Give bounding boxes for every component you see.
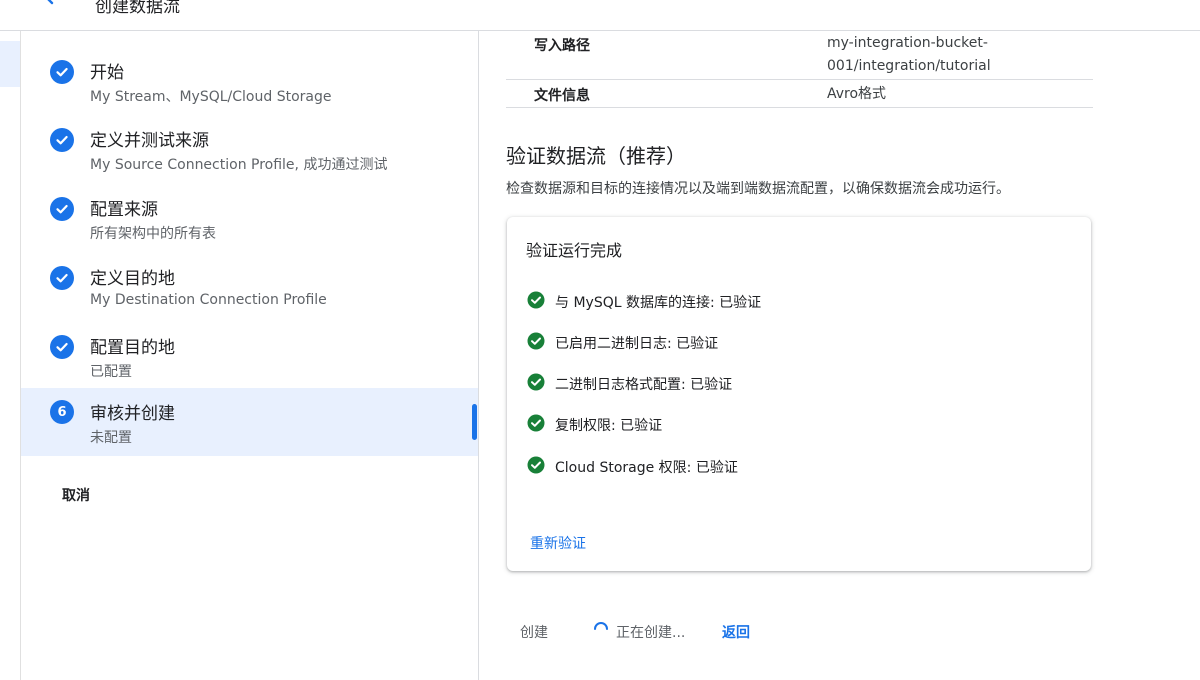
step-complete-check-icon <box>50 60 74 84</box>
step-subtitle: My Destination Connection Profile <box>90 292 327 308</box>
row-label: 写入路径 <box>534 38 590 54</box>
creating-status: 正在创建... <box>616 625 686 641</box>
check-item-text: 二进制日志格式配置: 已验证 <box>555 377 733 393</box>
check-item-text: 复制权限: 已验证 <box>555 418 663 434</box>
create-button[interactable]: 创建 <box>520 622 548 642</box>
list-item: Cloud Storage 权限: 已验证 <box>527 456 1067 476</box>
step-configure-destination[interactable]: 配置目的地 已配置 <box>21 310 478 380</box>
step-subtitle: My Source Connection Profile, 成功通过测试 <box>90 157 388 173</box>
loading-spinner-icon <box>594 622 608 630</box>
left-nav-rail <box>0 31 21 680</box>
card-title: 验证运行完成 <box>526 241 623 260</box>
back-arrow-icon[interactable] <box>38 0 68 14</box>
check-circle-icon <box>527 414 545 432</box>
step-define-destination[interactable]: 定义目的地 My Destination Connection Profile <box>21 241 478 309</box>
validation-description: 检查数据源和目标的连接情况以及端到端数据流配置，以确保数据流会成功运行。 <box>506 181 1010 197</box>
step-title: 配置来源 <box>90 200 158 220</box>
step-subtitle: 所有架构中的所有表 <box>90 226 216 242</box>
step-complete-check-icon <box>50 266 74 290</box>
check-circle-icon <box>527 456 545 474</box>
scrollbar-thumb[interactable] <box>472 404 477 440</box>
step-title: 定义目的地 <box>90 269 175 289</box>
step-title: 定义并测试来源 <box>90 131 209 151</box>
page-header: 创建数据流 <box>0 0 1200 31</box>
step-complete-check-icon <box>50 335 74 359</box>
check-circle-icon <box>527 373 545 391</box>
cancel-button[interactable]: 取消 <box>62 485 90 505</box>
validation-section-title: 验证数据流（推荐） <box>506 144 686 168</box>
step-complete-check-icon <box>50 128 74 152</box>
list-item: 二进制日志格式配置: 已验证 <box>527 373 1067 393</box>
step-subtitle: 已配置 <box>90 364 132 380</box>
stepper-panel: 开始 My Stream、MySQL/Cloud Storage 定义并测试来源… <box>21 31 479 680</box>
check-circle-icon <box>527 332 545 350</box>
table-row: 文件信息 Avro格式 <box>506 80 1093 108</box>
check-item-text: 与 MySQL 数据库的连接: 已验证 <box>555 295 762 311</box>
step-configure-source[interactable]: 配置来源 所有架构中的所有表 <box>21 172 478 242</box>
step-define-source[interactable]: 定义并测试来源 My Source Connection Profile, 成功… <box>21 103 478 173</box>
step-subtitle: 未配置 <box>90 430 132 446</box>
validation-result-card: 验证运行完成 与 MySQL 数据库的连接: 已验证 已启用二进制日志: 已验证… <box>507 217 1091 571</box>
step-start[interactable]: 开始 My Stream、MySQL/Cloud Storage <box>21 35 478 105</box>
row-value: Avro格式 <box>827 86 887 102</box>
row-value: my-integration-bucket-001/integration/tu… <box>827 35 991 74</box>
step-review-and-create[interactable]: 6 审核并创建 未配置 <box>21 388 478 456</box>
step-title: 开始 <box>90 63 124 83</box>
step-complete-check-icon <box>50 197 74 221</box>
step-title: 审核并创建 <box>90 404 175 424</box>
back-button[interactable]: 返回 <box>722 622 750 642</box>
step-number-badge: 6 <box>50 400 74 424</box>
list-item: 复制权限: 已验证 <box>527 414 1067 434</box>
list-item: 已启用二进制日志: 已验证 <box>527 332 1067 352</box>
list-item: 与 MySQL 数据库的连接: 已验证 <box>527 291 1067 311</box>
step-title: 配置目的地 <box>90 338 175 358</box>
check-item-text: 已启用二进制日志: 已验证 <box>555 336 719 352</box>
revalidate-button[interactable]: 重新验证 <box>530 533 586 553</box>
check-circle-icon <box>527 291 545 309</box>
check-item-text: Cloud Storage 权限: 已验证 <box>555 460 738 476</box>
left-nav-selected-item[interactable] <box>0 41 20 87</box>
table-row: 写入路径 my-integration-bucket-001/integrati… <box>506 31 1093 80</box>
row-label: 文件信息 <box>534 88 590 104</box>
page-title: 创建数据流 <box>95 0 180 17</box>
